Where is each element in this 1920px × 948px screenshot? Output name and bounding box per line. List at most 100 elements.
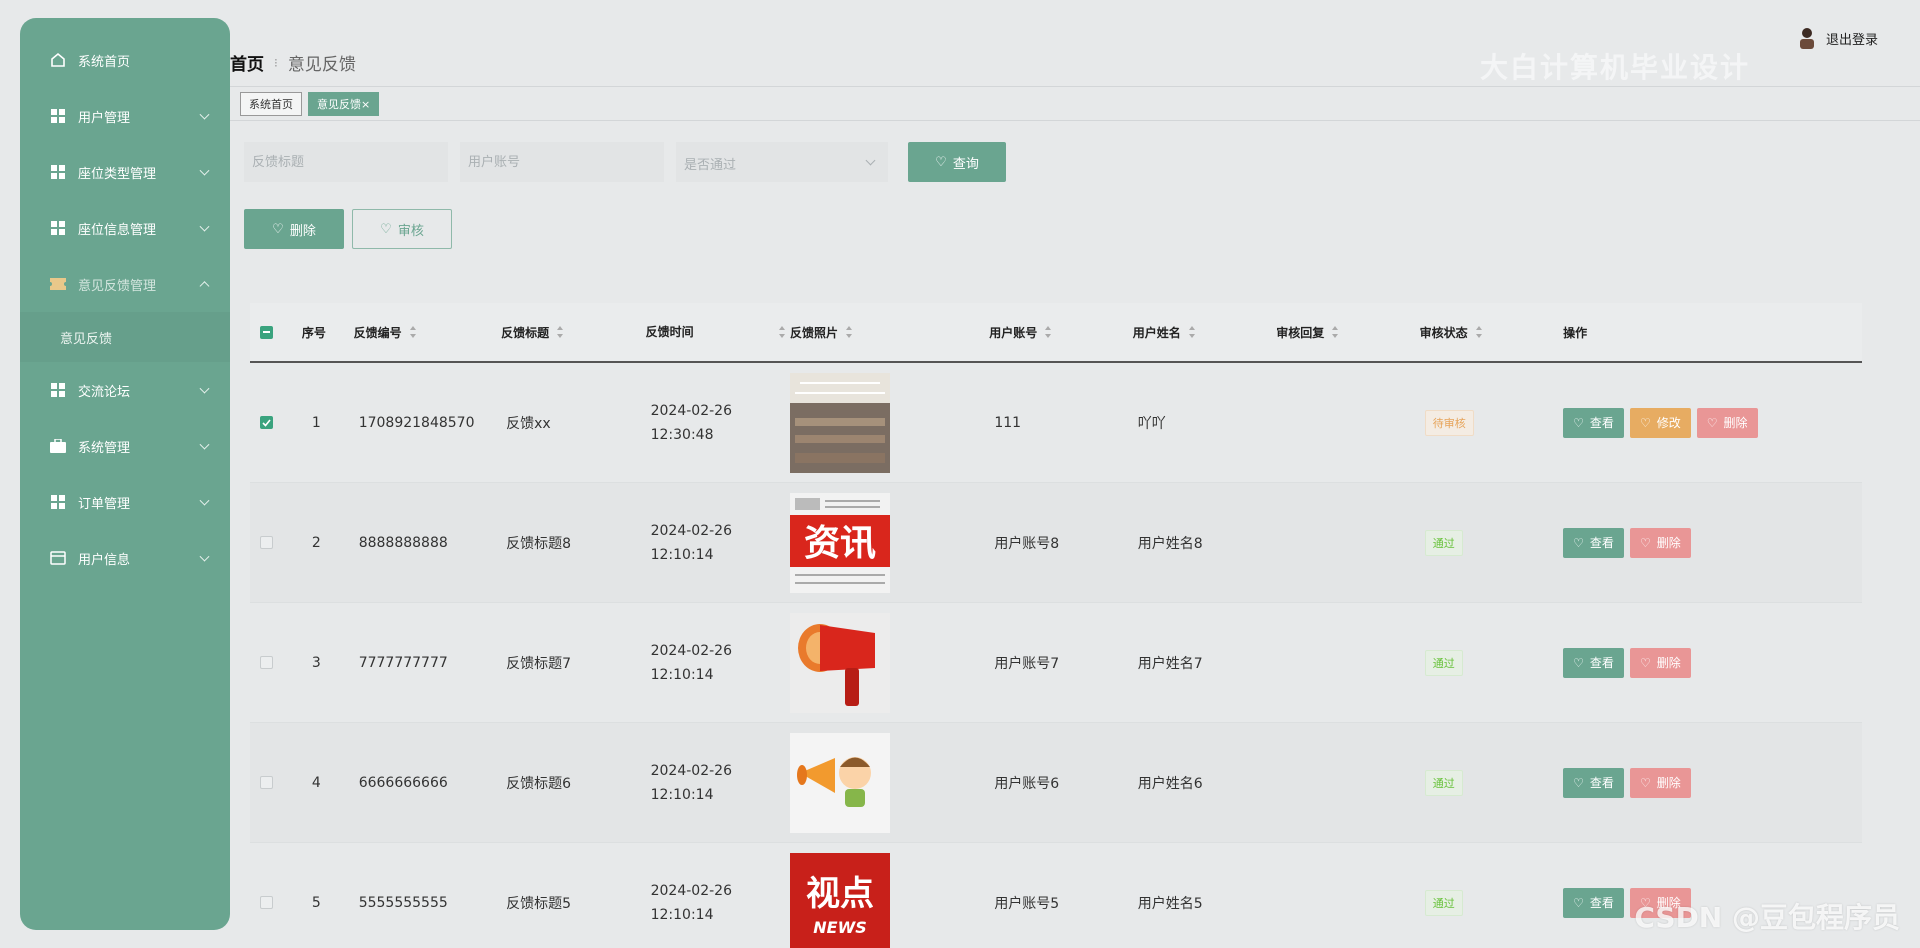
view-button[interactable]: ♡ 查看 [1563,767,1624,798]
table-row: 5 5555555555 反馈标题5 2024-02-26 12:10:14 视… [250,843,1862,948]
row-checkbox[interactable] [260,416,273,429]
sidebar-subitem-label: 意见反馈 [60,331,113,347]
column-header[interactable]: 用户账号 [989,324,1132,341]
sidebar-item-forum[interactable]: 交流论坛 [20,362,230,418]
logout-area[interactable]: 退出登录 [1796,26,1878,50]
cartoon-photo[interactable] [790,732,891,833]
delete-button[interactable]: ♡ 删除 [1629,767,1691,798]
footer-watermark: CSDN @豆包程序员 [1634,901,1900,934]
grid-icon [50,108,66,124]
column-header[interactable]: 审核状态 [1420,324,1563,341]
sort-icon[interactable] [1332,326,1339,338]
cell-feedback-no: 7777777777 [358,654,448,671]
cell-index: 5 [311,894,321,911]
sidebar-item-label: 订单管理 [78,496,131,512]
chevron-up-icon [199,281,210,292]
user-account-input[interactable] [460,142,664,182]
sort-icon[interactable] [409,326,416,338]
cell-account: 用户账号8 [994,535,1060,552]
sidebar-item-system[interactable]: 系统管理 [20,418,230,474]
breadcrumb-current: 意见反馈 [287,55,356,75]
select-all-cell [250,325,302,339]
view-button[interactable]: ♡ 查看 [1563,647,1624,678]
watermark-text: 大白计算机毕业设计 [1479,51,1750,84]
sidebar-item-home[interactable]: 系统首页 [20,32,230,88]
delete-label: 删除 [1656,656,1681,670]
megaphone-photo[interactable] [790,612,891,713]
sidebar-item-label: 用户信息 [78,552,131,568]
row-checkbox[interactable] [260,776,273,789]
column-header-label: 序号 [301,325,326,340]
sidebar-subitem-feedback[interactable]: 意见反馈 [20,312,230,362]
news-photo[interactable]: 资讯 [790,492,891,593]
select-all-checkbox[interactable] [260,325,273,339]
feedback-title-input[interactable] [244,142,448,182]
batch-delete-button[interactable]: ♡ 删除 [244,209,344,249]
search-button-label: 查询 [952,156,979,172]
office-photo[interactable] [790,372,891,473]
chevron-down-icon [199,221,210,232]
row-checkbox[interactable] [260,656,273,669]
sidebar-item-users[interactable]: 用户管理 [20,88,230,144]
view-button[interactable]: ♡ 查看 [1563,527,1624,558]
heart-icon: ♡ [380,221,392,237]
column-header[interactable]: 反馈编号 [354,324,501,341]
cell-index: 4 [311,774,321,791]
heart-icon: ♡ [272,221,284,237]
card-icon [50,550,66,566]
sort-icon[interactable] [1475,326,1482,338]
row-checkbox[interactable] [260,896,273,909]
column-header[interactable]: 用户姓名 [1133,324,1276,341]
column-header-label: 反馈时间 [645,325,694,339]
sort-icon[interactable] [846,326,853,338]
sort-icon[interactable] [778,326,785,338]
column-header-label: 审核回复 [1276,325,1325,340]
delete-button[interactable]: ♡ 删除 [1696,407,1758,438]
column-header[interactable]: 反馈时间 [646,320,790,344]
cell-time: 2024-02-26 12:30:48 [650,402,732,443]
heart-icon: ♡ [1639,655,1651,670]
sidebar-item-seat-info[interactable]: 座位信息管理 [20,200,230,256]
delete-button[interactable]: ♡ 删除 [1629,527,1691,558]
audit-button[interactable]: ♡ 审核 [352,209,452,249]
search-button[interactable]: ♡ 查询 [908,142,1006,182]
chevron-down-icon [199,439,210,450]
news-photo-text: 资讯 [804,523,876,564]
cell-name: 用户姓名5 [1137,895,1203,912]
tab-feedback[interactable]: 意见反馈× [308,92,380,116]
row-checkbox[interactable] [260,536,273,549]
view-button[interactable]: ♡ 查看 [1563,887,1624,918]
tab-home[interactable]: 系统首页 [240,92,302,116]
sort-icon[interactable] [1188,326,1195,338]
sort-icon[interactable] [557,326,564,338]
table-header: 序号 反馈编号 反馈标题 反馈时间 反馈照片 用户账号 用户姓名 审核回复 审核… [250,303,1862,363]
column-header-label: 审核状态 [1419,325,1468,340]
column-header-label: 用户账号 [989,325,1038,340]
cell-feedback-no: 6666666666 [358,774,448,791]
viewpoint-photo[interactable]: 视点 NEWS [790,852,891,948]
delete-label: 删除 [1723,416,1748,430]
column-header[interactable]: 审核回复 [1276,324,1419,341]
edit-button[interactable]: ♡ 修改 [1629,407,1691,438]
grid-icon [50,220,66,236]
sidebar-item-user-info[interactable]: 用户信息 [20,530,230,586]
heart-icon: ♡ [1573,655,1584,670]
sidebar-item-feedback-mgmt[interactable]: 意见反馈管理 [20,256,230,312]
sort-icon[interactable] [1045,326,1052,338]
column-header[interactable]: 反馈标题 [501,324,645,341]
breadcrumb-home[interactable]: 首页 [230,50,264,75]
column-header[interactable]: 反馈照片 [790,324,989,341]
passed-select[interactable]: 是否通过 [676,142,888,182]
cell-title: 反馈xx [506,415,551,432]
logout-button[interactable]: 退出登录 [1826,29,1878,48]
cell-index: 3 [311,654,321,671]
sidebar-item-orders[interactable]: 订单管理 [20,474,230,530]
cell-title: 反馈标题8 [506,535,572,552]
column-header: 序号 [302,324,354,341]
sidebar-item-seat-types[interactable]: 座位类型管理 [20,144,230,200]
heart-icon: ♡ [1573,415,1584,430]
breadcrumb-separator: ⁝ [274,55,278,70]
cell-feedback-no: 5555555555 [358,894,448,911]
view-button[interactable]: ♡ 查看 [1563,407,1624,438]
delete-button[interactable]: ♡ 删除 [1629,647,1691,678]
